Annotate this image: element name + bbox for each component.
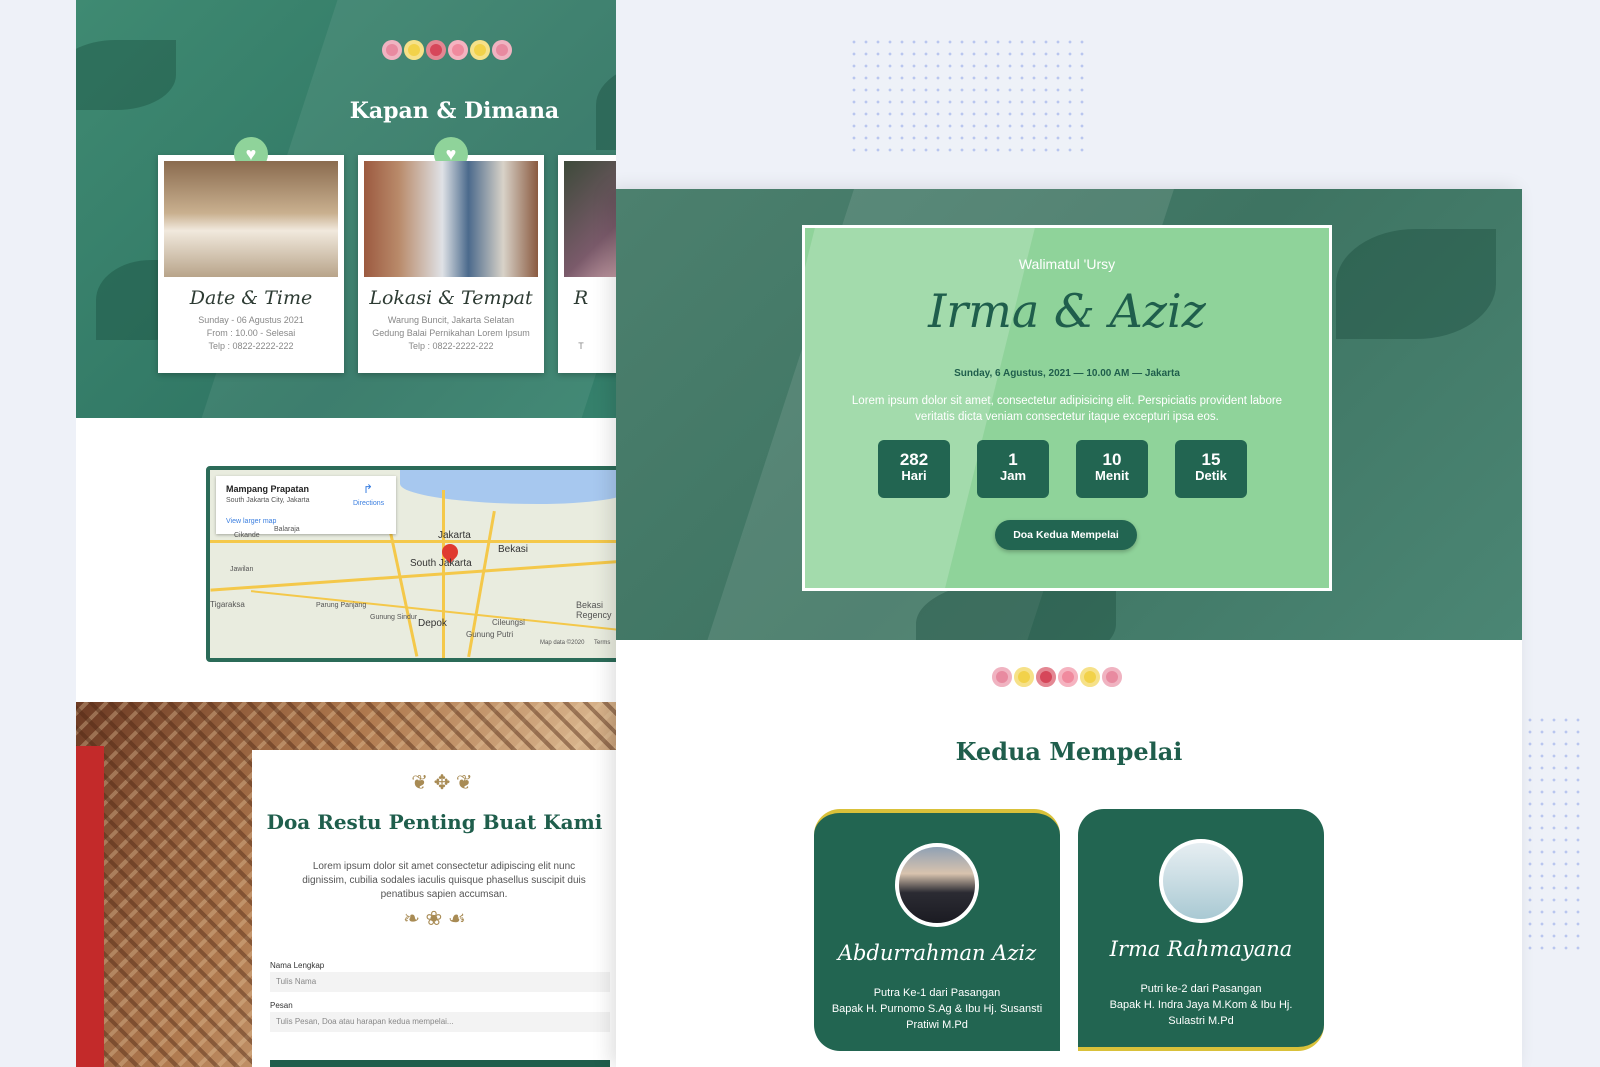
- groom-info: Putra Ke-1 dari Pasangan: [873, 987, 1001, 999]
- red-fabric-decoration: [76, 746, 104, 1067]
- event-detail: Gedung Balai Pernikahan Lorem Ipsum: [372, 328, 530, 338]
- prayer-body: Lorem ipsum dolor sit amet consectetur a…: [302, 861, 586, 900]
- map-terms[interactable]: Terms: [594, 640, 610, 646]
- countdown-days: 282 Hari: [878, 440, 950, 498]
- map-label: Bekasi: [498, 544, 529, 555]
- event-date-line: Sunday, 6 Agustus, 2021 — 10.00 AM — Jak…: [954, 368, 1180, 379]
- event-title: Date & Time: [189, 287, 313, 309]
- dot-pattern-right: [1524, 714, 1588, 954]
- directions-link[interactable]: Directions: [353, 500, 384, 507]
- map-label: Jawilan: [230, 566, 254, 573]
- map-label: Gunung Sindur: [370, 614, 418, 621]
- countdown-seconds: 15 Detik: [1175, 440, 1247, 498]
- groom-name: Abdurrahman Aziz: [837, 941, 1037, 965]
- name-label: Nama Lengkap: [270, 961, 325, 970]
- event-card-date-time: ♥ Date & Time Sunday - 06 Agustus 2021 F…: [158, 137, 344, 373]
- left-preview-panel: Kapan & Dimana ♥ Date & Time Sunday - 06…: [76, 0, 616, 1067]
- hero-description: Lorem ipsum dolor sit amet, consectetur …: [851, 395, 1283, 423]
- couple-section-title: Kedua Mempelai: [955, 737, 1183, 766]
- place-name: Mampang Prapatan: [226, 484, 310, 494]
- event-detail: Warung Buncit, Jakarta Selatan: [387, 315, 515, 325]
- kapan-dimana-section: Kapan & Dimana ♥ Date & Time Sunday - 06…: [76, 0, 616, 418]
- map-label: Balaraja: [274, 526, 300, 533]
- event-card-third: ♥ R T: [558, 155, 616, 373]
- map-label: Tigaraksa: [210, 600, 245, 609]
- bride-card: Irma Rahmayana Putri ke-2 dari Pasangan …: [1078, 809, 1324, 1051]
- flower-ornament: [382, 40, 512, 60]
- bride-info: Putri ke-2 dari Pasangan: [1140, 983, 1262, 995]
- groom-avatar: [895, 843, 979, 927]
- countdown-hours: 1 Jam: [977, 440, 1049, 498]
- couple-names: Irma & Aziz: [928, 284, 1206, 338]
- map-label: Depok: [418, 618, 447, 629]
- map-label: Parung Panjang: [316, 602, 367, 609]
- leaf-decoration: [1336, 229, 1496, 339]
- right-preview-panel: Walimatul 'Ursy Irma & Aziz Sunday, 6 Ag…: [616, 189, 1522, 1067]
- groom-info: Pratiwi M.Pd: [906, 1019, 968, 1031]
- name-input[interactable]: Tulis Nama: [270, 972, 610, 992]
- hero-section: Walimatul 'Ursy Irma & Aziz Sunday, 6 Ag…: [616, 189, 1522, 640]
- groom-info: Bapak H. Purnomo S.Ag & Ibu Hj. Susansti: [831, 1003, 1043, 1015]
- bride-info: Bapak H. Indra Jaya M.Kom & Ibu Hj.: [1109, 999, 1293, 1011]
- map-footer: Map data ©2020: [540, 640, 585, 646]
- submit-button-edge[interactable]: [270, 1060, 610, 1067]
- hero-subtitle: Walimatul 'Ursy: [1018, 256, 1116, 272]
- place-address: South Jakarta City, Jakarta: [226, 497, 310, 504]
- groom-card: Abdurrahman Aziz Putra Ke-1 dari Pasanga…: [814, 809, 1060, 1051]
- map-label: Bekasi Regency: [576, 600, 612, 620]
- message-input[interactable]: Tulis Pesan, Doa atau harapan kedua memp…: [270, 1012, 610, 1032]
- couple-photo: [364, 161, 538, 277]
- countdown-minutes: 10 Menit: [1076, 440, 1148, 498]
- bride-info: Sulastri M.Pd: [1168, 1015, 1234, 1027]
- prayer-title: Doa Restu Penting Buat Kami: [266, 810, 603, 834]
- prayer-form-card: ❦ ✥ ❦ Doa Restu Penting Buat Kami Lorem …: [252, 750, 616, 1067]
- venue-hall-photo: [164, 161, 338, 277]
- event-detail: T: [578, 341, 584, 351]
- event-title: R: [573, 287, 589, 309]
- map-label: Jakarta: [438, 530, 471, 541]
- doa-kedua-mempelai-button[interactable]: Doa Kedua Mempelai: [995, 520, 1137, 550]
- directions-icon[interactable]: ↱: [363, 482, 373, 496]
- hero-card: Walimatul 'Ursy Irma & Aziz Sunday, 6 Ag…: [802, 225, 1332, 591]
- dot-pattern-top: [848, 36, 1088, 154]
- event-detail: Telp : 0822-2222-222: [208, 341, 294, 351]
- map-label: Cikande: [234, 532, 260, 539]
- location-map[interactable]: Mampang Prapatan South Jakarta City, Jak…: [206, 466, 616, 662]
- bride-avatar: [1159, 839, 1243, 923]
- map-label: Cileungsi: [492, 618, 525, 627]
- event-detail: Sunday - 06 Agustus 2021: [198, 315, 304, 325]
- section-title: Kapan & Dimana: [349, 98, 560, 124]
- map-label: South Jakarta: [410, 558, 472, 569]
- map-info-box: Mampang Prapatan South Jakarta City, Jak…: [216, 476, 396, 534]
- flower-ornament: [992, 667, 1122, 687]
- larger-map-link[interactable]: View larger map: [226, 518, 276, 525]
- scroll-ornament: ❧ ❀ ☙: [403, 908, 466, 930]
- flowers-photo: [564, 161, 616, 277]
- bride-name: Irma Rahmayana: [1109, 937, 1293, 961]
- message-label: Pesan: [270, 1001, 293, 1010]
- map-label: Gunung Putri: [466, 630, 514, 639]
- event-detail: From : 10.00 - Selesai: [206, 328, 296, 338]
- scroll-ornament: ❦ ✥ ❦: [411, 772, 473, 794]
